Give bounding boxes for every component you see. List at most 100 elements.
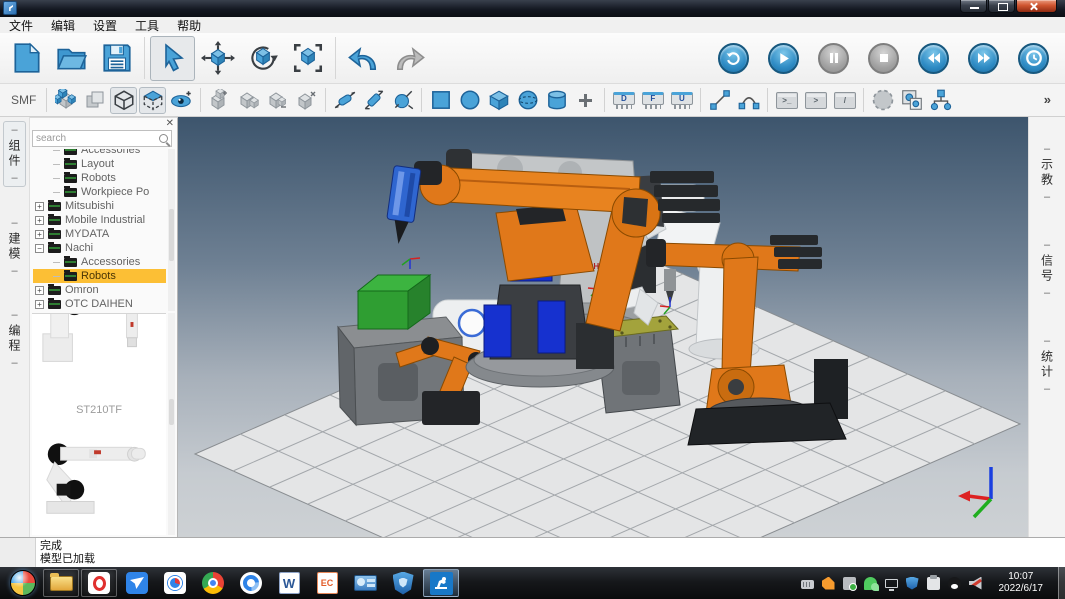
menu-edit[interactable]: 编辑 xyxy=(42,17,84,34)
start-button[interactable] xyxy=(10,570,36,596)
tree-item[interactable]: +Mitsubishi xyxy=(33,199,166,213)
step-forward-button[interactable] xyxy=(968,43,999,74)
primitive-add-button[interactable] xyxy=(572,87,599,114)
tree-item[interactable]: Accessories xyxy=(33,149,166,157)
step-back-button[interactable] xyxy=(918,43,949,74)
expander-icon[interactable]: + xyxy=(35,202,44,211)
taskbar-item-display-settings[interactable] xyxy=(347,569,383,597)
move-tool-button[interactable] xyxy=(195,36,240,81)
panel-close-button[interactable]: ✕ xyxy=(166,119,174,129)
tree-item-selected[interactable]: Robots xyxy=(33,269,166,283)
search-box[interactable] xyxy=(32,130,172,147)
taskbar-item-presentation[interactable]: EC xyxy=(309,569,345,597)
taskbar-item-word[interactable]: W xyxy=(271,569,307,597)
tray-network-icon[interactable] xyxy=(885,579,898,588)
thumbnail-scrollbar[interactable] xyxy=(168,313,175,535)
joint-ball-button[interactable] xyxy=(389,87,416,114)
properties-button[interactable] xyxy=(898,87,925,114)
visibility-button[interactable] xyxy=(168,87,195,114)
taskbar-item-chrome[interactable] xyxy=(195,569,231,597)
new-file-button[interactable] xyxy=(4,36,49,81)
open-file-button[interactable] xyxy=(49,36,94,81)
primitive-cylinder-button[interactable] xyxy=(543,87,570,114)
pause-button[interactable] xyxy=(818,43,849,74)
menu-file[interactable]: 文件 xyxy=(0,17,42,34)
hierarchy-button[interactable] xyxy=(927,87,954,114)
tab-statistics[interactable]: – 统计 – xyxy=(1037,333,1058,397)
viewport-3d[interactable]: NACHI xyxy=(178,117,1028,537)
tray-usb-icon[interactable] xyxy=(843,577,856,590)
tree-scrollbar[interactable] xyxy=(168,149,175,311)
editor-button[interactable]: / xyxy=(831,87,858,114)
wireframe-view-button[interactable] xyxy=(110,87,137,114)
stop-button[interactable] xyxy=(868,43,899,74)
subtract-component-button[interactable] xyxy=(264,87,291,114)
expander-icon[interactable]: − xyxy=(35,244,44,253)
taskbar-clock[interactable]: 10:07 2022/6/17 xyxy=(999,571,1044,595)
tree-item[interactable]: Layout xyxy=(33,157,166,171)
tree-item[interactable]: Accessories xyxy=(33,255,166,269)
draw-line-button[interactable] xyxy=(706,87,733,114)
zoom-fit-button[interactable] xyxy=(285,36,330,81)
draw-arc-button[interactable] xyxy=(735,87,762,114)
green-box[interactable] xyxy=(358,275,430,329)
save-button[interactable] xyxy=(94,36,139,81)
tray-wechat-icon[interactable] xyxy=(864,577,877,590)
minimize-button[interactable] xyxy=(960,0,987,13)
add-component-button[interactable] xyxy=(206,87,233,114)
expander-icon[interactable]: + xyxy=(35,286,44,295)
tray-clipboard-icon[interactable] xyxy=(927,577,940,590)
delete-component-button[interactable] xyxy=(293,87,320,114)
tray-qq-icon[interactable] xyxy=(948,577,961,590)
redo-button[interactable] xyxy=(386,36,431,81)
chip-f-button[interactable]: F xyxy=(639,87,666,114)
tree-item[interactable]: +MYDATA xyxy=(33,227,166,241)
primitive-circle-button[interactable] xyxy=(456,87,483,114)
restore-button[interactable] xyxy=(988,0,1015,13)
rotate-tool-button[interactable] xyxy=(240,36,285,81)
tab-signals[interactable]: – 信号 – xyxy=(1037,237,1058,301)
primitive-sphere-button[interactable] xyxy=(514,87,541,114)
search-input[interactable] xyxy=(36,133,159,144)
taskbar-item-browser[interactable] xyxy=(233,569,269,597)
tray-downloader-icon[interactable] xyxy=(822,577,835,590)
tree-scrollbar-thumb[interactable] xyxy=(169,209,174,261)
show-desktop-button[interactable] xyxy=(1058,567,1065,599)
time-settings-button[interactable] xyxy=(1018,43,1049,74)
close-button[interactable] xyxy=(1016,0,1057,13)
tab-programming[interactable]: – 编程 – xyxy=(4,307,25,371)
chip-d-button[interactable]: D xyxy=(610,87,637,114)
play-button[interactable] xyxy=(768,43,799,74)
reset-simulation-button[interactable] xyxy=(718,43,749,74)
joint-axis-button[interactable] xyxy=(331,87,358,114)
joint-slide-button[interactable] xyxy=(360,87,387,114)
tree-item[interactable]: +Mobile Industrial xyxy=(33,213,166,227)
taskbar-item-robot-sim[interactable] xyxy=(423,569,459,597)
undo-button[interactable] xyxy=(341,36,386,81)
shaded-view-button[interactable] xyxy=(139,87,166,114)
thumbnail-scrollbar-thumb[interactable] xyxy=(169,399,174,425)
chip-u-button[interactable]: U xyxy=(668,87,695,114)
robot-thumbnail[interactable] xyxy=(32,314,166,400)
overlap-view-button[interactable] xyxy=(81,87,108,114)
menu-tools[interactable]: 工具 xyxy=(126,17,168,34)
tab-components[interactable]: – 组件 – xyxy=(3,121,26,187)
taskbar-item-explorer[interactable] xyxy=(43,569,79,597)
robot-thumbnail[interactable] xyxy=(32,418,166,523)
tray-volume-muted-icon[interactable] xyxy=(969,577,982,590)
expander-icon[interactable]: + xyxy=(35,300,44,309)
primitive-box-button[interactable] xyxy=(485,87,512,114)
menu-help[interactable]: 帮助 xyxy=(168,17,210,34)
taskbar-item-netdisk[interactable] xyxy=(157,569,193,597)
toolbar-overflow-button[interactable]: » xyxy=(1044,92,1059,109)
title-bar[interactable] xyxy=(0,0,1065,17)
tree-item[interactable]: Workpiece Po xyxy=(33,185,166,199)
primitive-plane-button[interactable] xyxy=(427,87,454,114)
tray-shield-icon[interactable] xyxy=(906,577,919,590)
tree-item[interactable]: +Omron xyxy=(33,283,166,297)
taskbar-item-security[interactable] xyxy=(385,569,421,597)
taskbar-item-thunder[interactable] xyxy=(119,569,155,597)
tree-item[interactable]: Robots xyxy=(33,171,166,185)
tab-teach[interactable]: – 示教 – xyxy=(1037,141,1058,205)
tab-modeling[interactable]: – 建模 – xyxy=(4,215,25,279)
